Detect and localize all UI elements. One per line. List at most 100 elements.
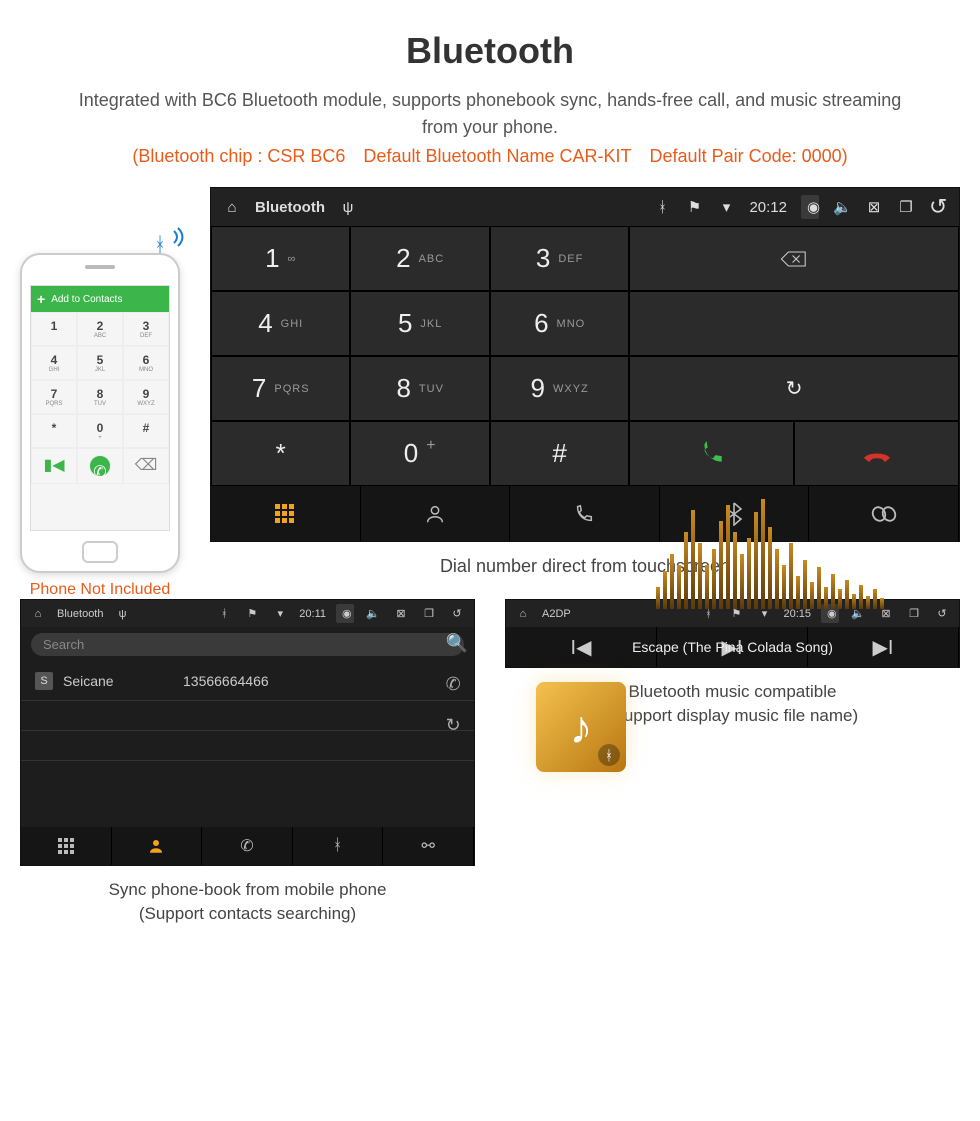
- contact-row[interactable]: S Seicane 13566664466: [21, 662, 474, 701]
- plus-icon: +: [37, 291, 45, 307]
- dial-key-7[interactable]: 7PQRS: [211, 356, 350, 421]
- nav-calllog[interactable]: ✆: [202, 827, 293, 865]
- dial-key-2[interactable]: 2ABC: [350, 226, 489, 291]
- track-title: Escape (The Pina Colada Song): [506, 639, 959, 655]
- empty-row: [21, 701, 474, 731]
- svg-text:ᚼ: ᚼ: [154, 234, 166, 256]
- screenshot-icon[interactable]: ◉: [336, 604, 354, 623]
- nav-pair[interactable]: ⚯: [383, 827, 474, 865]
- nav-bluetooth[interactable]: ᚼ: [293, 827, 384, 865]
- backspace-key[interactable]: [629, 226, 959, 291]
- status-bar: ⌂ Bluetooth ψ ᚼ ⚑ ▾ 20:12 ◉ 🔈 ⊠ ❐ ↺: [211, 188, 959, 226]
- screenshot-icon[interactable]: ◉: [801, 195, 819, 219]
- contact-number: 13566664466: [183, 673, 269, 689]
- phone-key-0: 0+: [77, 414, 123, 448]
- phone-key-8: 8TUV: [77, 380, 123, 414]
- nav-contacts[interactable]: [112, 827, 203, 865]
- wifi-icon: ▾: [271, 607, 289, 620]
- status-bar: ⌂ Bluetooth ψ ᚼ ⚑ ▾ 20:11 ◉ 🔈 ⊠ ❐ ↺: [21, 600, 474, 627]
- status-title: Bluetooth: [57, 608, 103, 620]
- side-call-icon[interactable]: ✆: [446, 674, 468, 695]
- status-time: 20:15: [783, 608, 811, 620]
- phone-key-1: 1: [31, 312, 77, 346]
- phone-key-2: 2ABC: [77, 312, 123, 346]
- side-sync-icon[interactable]: ↻: [446, 715, 468, 736]
- bluetooth-icon: ᚼ: [699, 608, 717, 620]
- dial-key-4[interactable]: 4GHI: [211, 291, 350, 356]
- music-note-icon: ♪ᚼ: [536, 682, 626, 772]
- empty-row: [21, 761, 474, 791]
- back-icon[interactable]: ↺: [448, 607, 466, 620]
- close-icon[interactable]: ⊠: [392, 607, 410, 620]
- back-icon[interactable]: ↺: [929, 194, 947, 220]
- bluetooth-icon: ᚼ: [215, 608, 233, 620]
- phone-home-button: [82, 541, 118, 563]
- phone-add-contact-label: Add to Contacts: [51, 294, 122, 305]
- contact-initial: S: [35, 672, 53, 690]
- phone-dialpad: 12ABC3DEF 4GHI5JKL6MNO 7PQRS8TUV9WXYZ *0+#: [31, 312, 169, 448]
- music-panel: ⌂ A2DP ᚼ ⚑ ▾ 20:15 ◉ 🔈 ⊠ ❐ ↺ Escape (The…: [505, 599, 960, 668]
- location-icon: ⚑: [685, 198, 703, 216]
- phone-mockup: ᚼ + Add to Contacts 12ABC3DEF4GHI5JKL6MN…: [20, 253, 180, 599]
- dial-grid: 1∞2ABC3DEF 4GHI5JKL6MNO 7PQRS8TUV9WXYZ↻ *0+…: [211, 226, 959, 486]
- bottom-nav: ✆ ᚼ ⚯: [21, 827, 474, 865]
- phone-caption: Phone Not Included: [20, 581, 180, 599]
- phone-key-5: 5JKL: [77, 346, 123, 380]
- dial-key-8[interactable]: 8TUV: [350, 356, 489, 421]
- hangup-key[interactable]: [794, 421, 959, 486]
- phone-add-contact-bar: + Add to Contacts: [31, 286, 169, 312]
- empty-row: [21, 731, 474, 761]
- phone-key-9: 9WXYZ: [123, 380, 169, 414]
- home-icon[interactable]: ⌂: [514, 608, 532, 620]
- contact-name: Seicane: [63, 673, 173, 689]
- dialer-unit: ⌂ Bluetooth ψ ᚼ ⚑ ▾ 20:12 ◉ 🔈 ⊠ ❐ ↺ 1∞2A…: [210, 187, 960, 542]
- recents-icon[interactable]: ❐: [420, 607, 438, 620]
- volume-icon[interactable]: 🔈: [364, 607, 382, 620]
- dial-key-0[interactable]: 0+: [350, 421, 489, 486]
- search-input[interactable]: Search: [31, 633, 464, 656]
- status-time: 20:12: [749, 199, 787, 216]
- nav-calllog[interactable]: [510, 486, 660, 541]
- phone-video-icon: ▮◀: [31, 448, 77, 484]
- phone-call-button: ✆: [77, 448, 123, 484]
- phone-key-6: 6MNO: [123, 346, 169, 380]
- contacts-panel: ⌂ Bluetooth ψ ᚼ ⚑ ▾ 20:11 ◉ 🔈 ⊠ ❐ ↺ Sear…: [20, 599, 475, 866]
- nav-contacts[interactable]: [361, 486, 511, 541]
- status-title: Bluetooth: [255, 199, 325, 216]
- dial-key-*[interactable]: *: [211, 421, 350, 486]
- side-search-icon[interactable]: 🔍: [446, 633, 468, 654]
- sync-key[interactable]: ↻: [629, 356, 959, 421]
- dial-key-5[interactable]: 5JKL: [350, 291, 489, 356]
- bluetooth-icon: ᚼ: [653, 199, 671, 216]
- home-icon[interactable]: ⌂: [223, 199, 241, 216]
- usb-icon: ψ: [339, 199, 357, 216]
- page-description: Integrated with BC6 Bluetooth module, su…: [60, 87, 920, 141]
- phone-key-#: #: [123, 414, 169, 448]
- phone-key-*: *: [31, 414, 77, 448]
- phone-backspace-icon: ⌫: [123, 448, 169, 484]
- dial-key-#[interactable]: #: [490, 421, 629, 486]
- page-spec: (Bluetooth chip : CSR BC6 Default Blueto…: [20, 146, 960, 167]
- phone-key-4: 4GHI: [31, 346, 77, 380]
- location-icon: ⚑: [243, 607, 261, 620]
- nav-dialpad[interactable]: [21, 827, 112, 865]
- dial-key-3[interactable]: 3DEF: [490, 226, 629, 291]
- dial-key-1[interactable]: 1∞: [211, 226, 350, 291]
- status-title: A2DP: [542, 608, 571, 620]
- recents-icon[interactable]: ❐: [897, 198, 915, 216]
- dial-key-9[interactable]: 9WXYZ: [490, 356, 629, 421]
- bluetooth-waves-icon: ᚼ: [154, 227, 188, 263]
- nav-dialpad[interactable]: [211, 486, 361, 541]
- close-icon[interactable]: ⊠: [865, 198, 883, 216]
- phone-key-7: 7PQRS: [31, 380, 77, 414]
- status-time: 20:11: [299, 608, 326, 620]
- contacts-caption: Sync phone-book from mobile phone (Suppo…: [20, 878, 475, 926]
- bluetooth-badge-icon: ᚼ: [598, 744, 620, 766]
- music-visualizer: [656, 499, 941, 609]
- volume-icon[interactable]: 🔈: [833, 198, 851, 216]
- dial-key-6[interactable]: 6MNO: [490, 291, 629, 356]
- call-key[interactable]: [629, 421, 794, 486]
- usb-icon: ψ: [113, 608, 131, 620]
- home-icon[interactable]: ⌂: [29, 608, 47, 620]
- phone-key-3: 3DEF: [123, 312, 169, 346]
